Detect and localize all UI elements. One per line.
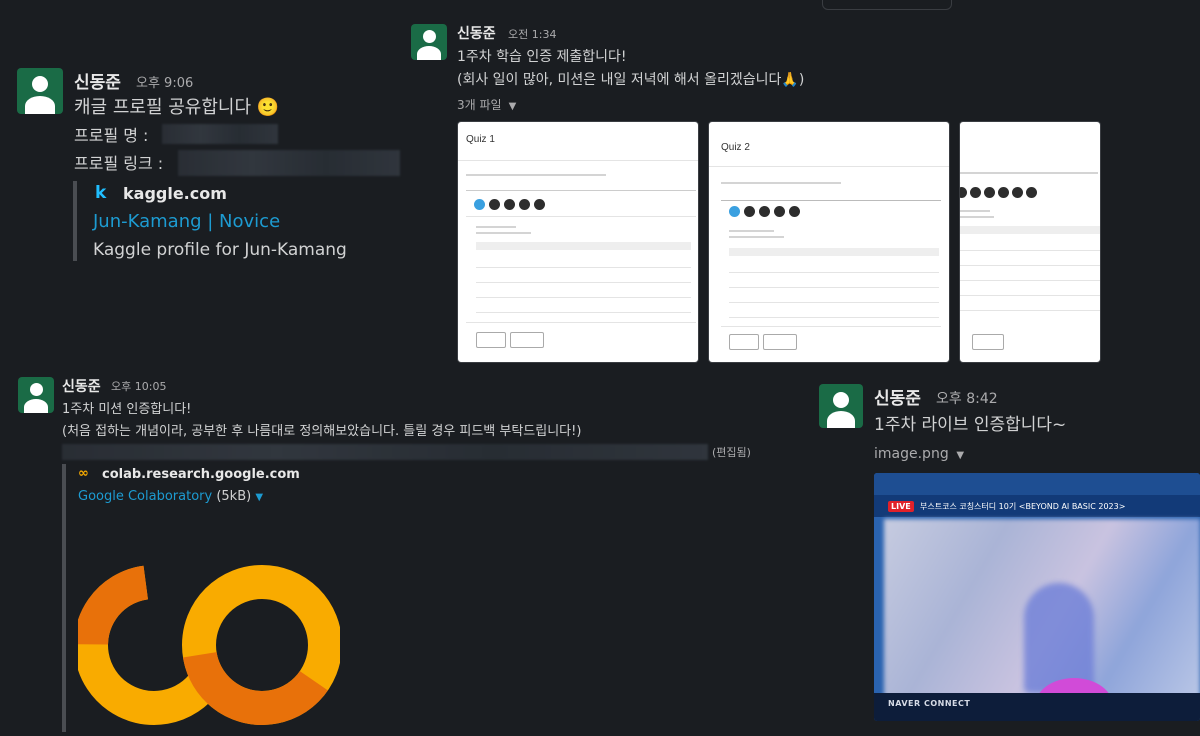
message-text: 1주차 미션 인증합니다! — [62, 402, 192, 417]
redacted-profile-link — [178, 150, 400, 176]
message-text-2: (회사 일이 많아, 미션은 내일 저녁에 해서 올리겠습니다🙏) — [457, 72, 805, 88]
quiz-title: Quiz 1 — [466, 134, 495, 145]
unfurl-description: Kaggle profile for Jun-Kamang — [93, 240, 347, 260]
timestamp[interactable]: 오후 8:42 — [936, 388, 998, 408]
message-text-2: (처음 접하는 개념이라, 공부한 후 나름대로 정의해보았습니다. 틀릴 경우… — [62, 424, 582, 439]
brand-label: NAVER CONNECT — [888, 699, 971, 708]
profile-link-label: 프로필 링크 : — [74, 154, 164, 173]
author-name[interactable]: 신동준 — [874, 384, 921, 409]
file-name: image.png — [874, 446, 949, 462]
live-badge: LIVE — [888, 501, 914, 512]
avatar[interactable] — [819, 384, 863, 428]
redacted-link — [62, 444, 708, 460]
live-screenshot-image[interactable]: LIVE 부스트코스 코칭스터디 10기 <BEYOND AI BASIC 20… — [874, 473, 1200, 721]
timestamp[interactable]: 오전 1:34 — [508, 26, 556, 42]
colab-icon: ∞ — [78, 466, 89, 481]
edited-label: (편집됨) — [712, 446, 751, 459]
colab-logo-icon — [74, 565, 342, 725]
unfurl-site[interactable]: kaggle.com — [123, 184, 227, 203]
file-thumbnail-quiz1[interactable]: Quiz 1 — [457, 121, 699, 363]
message-text: 1주차 라이브 인증합니다~ — [874, 415, 1067, 435]
timestamp[interactable]: 오후 9:06 — [136, 72, 193, 91]
top-edge-button[interactable] — [822, 0, 952, 10]
avatar[interactable] — [411, 24, 447, 60]
profile-name-label: 프로필 명 : — [74, 126, 149, 145]
chevron-down-icon: ▼ — [505, 101, 517, 112]
file-name-toggle[interactable]: image.png ▼ — [874, 446, 964, 462]
colab-logo-image[interactable] — [74, 514, 342, 732]
avatar[interactable] — [17, 68, 63, 114]
chevron-down-icon: ▼ — [953, 450, 965, 461]
file-thumbnail-quiz2[interactable]: Quiz 2 — [708, 121, 950, 363]
unfurl-title-link[interactable]: Jun-Kamang | Novice — [93, 211, 280, 232]
file-thumbnail-3[interactable] — [959, 121, 1101, 363]
timestamp[interactable]: 오후 10:05 — [111, 378, 166, 394]
avatar[interactable] — [18, 377, 54, 413]
message-text: 캐글 프로필 공유합니다 🙂 — [74, 97, 280, 118]
kaggle-k-icon: k — [95, 183, 107, 203]
redacted-profile-name — [162, 124, 278, 144]
unfurl-site[interactable]: colab.research.google.com — [102, 467, 300, 482]
author-name[interactable]: 신동준 — [74, 68, 121, 93]
files-count-label: 3개 파일 — [457, 98, 502, 112]
files-toggle[interactable]: 3개 파일 ▼ — [457, 96, 516, 113]
stream-title: 부스트코스 코칭스터디 10기 <BEYOND AI BASIC 2023> — [920, 502, 1126, 511]
chevron-down-icon[interactable]: ▼ — [255, 492, 263, 503]
message-text: 1주차 학습 인증 제출합니다! — [457, 49, 627, 65]
unfurl-title-row[interactable]: Google Colaboratory (5kB) ▼ — [78, 489, 263, 504]
unfurl-bar — [62, 464, 66, 732]
unfurl-size: (5kB) — [216, 489, 252, 504]
quiz-title: Quiz 2 — [721, 142, 750, 153]
unfurl-bar — [73, 181, 77, 261]
author-name[interactable]: 신동준 — [457, 23, 496, 43]
unfurl-title-link[interactable]: Google Colaboratory — [78, 489, 212, 504]
author-name[interactable]: 신동준 — [62, 376, 101, 396]
